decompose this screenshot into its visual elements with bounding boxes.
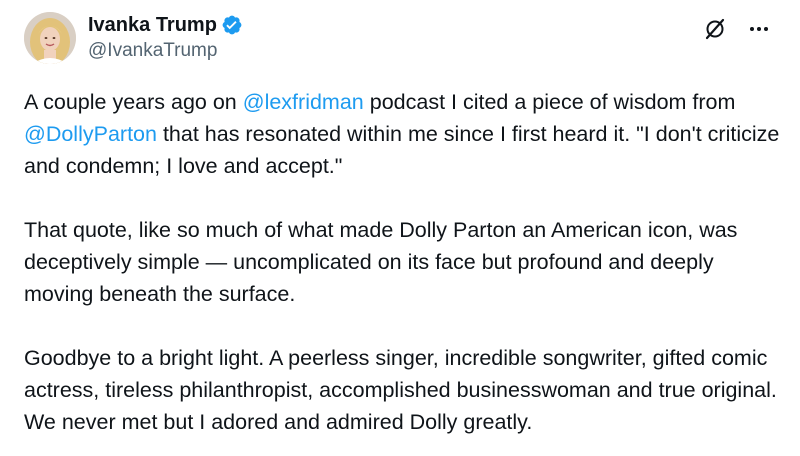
author-handle[interactable]: @IvankaTrump: [88, 38, 243, 64]
name-row: Ivanka Trump: [88, 12, 243, 38]
grok-icon[interactable]: [700, 14, 730, 44]
tweet-actions: [700, 14, 774, 44]
author-names: Ivanka Trump @IvankaTrump: [88, 12, 243, 64]
tweet-text-segment: A couple years ago on: [24, 90, 243, 114]
avatar-image: [24, 12, 76, 64]
tweet-text-segment: podcast I cited a piece of wisdom from: [363, 90, 736, 114]
mention-dollyparton-link[interactable]: @DollyParton: [24, 122, 157, 146]
mention-lexfridman-link[interactable]: @lexfridman: [243, 90, 364, 114]
avatar[interactable]: [24, 12, 76, 64]
author-display-name[interactable]: Ivanka Trump: [88, 12, 217, 38]
tweet-paragraph-2: That quote, like so much of what made Do…: [24, 218, 738, 306]
tweet-paragraph-3: Goodbye to a bright light. A peerless si…: [24, 346, 777, 434]
verified-badge-icon[interactable]: [221, 14, 243, 36]
more-icon[interactable]: [744, 14, 774, 44]
tweet-text: A couple years ago on @lexfridman podcas…: [24, 86, 784, 438]
tweet-header: Ivanka Trump @IvankaTrump: [24, 10, 243, 66]
tweet-card: Ivanka Trump @IvankaTrump A couple years…: [0, 0, 800, 456]
tweet-paragraph-1: A couple years ago on @lexfridman podcas…: [24, 86, 784, 182]
